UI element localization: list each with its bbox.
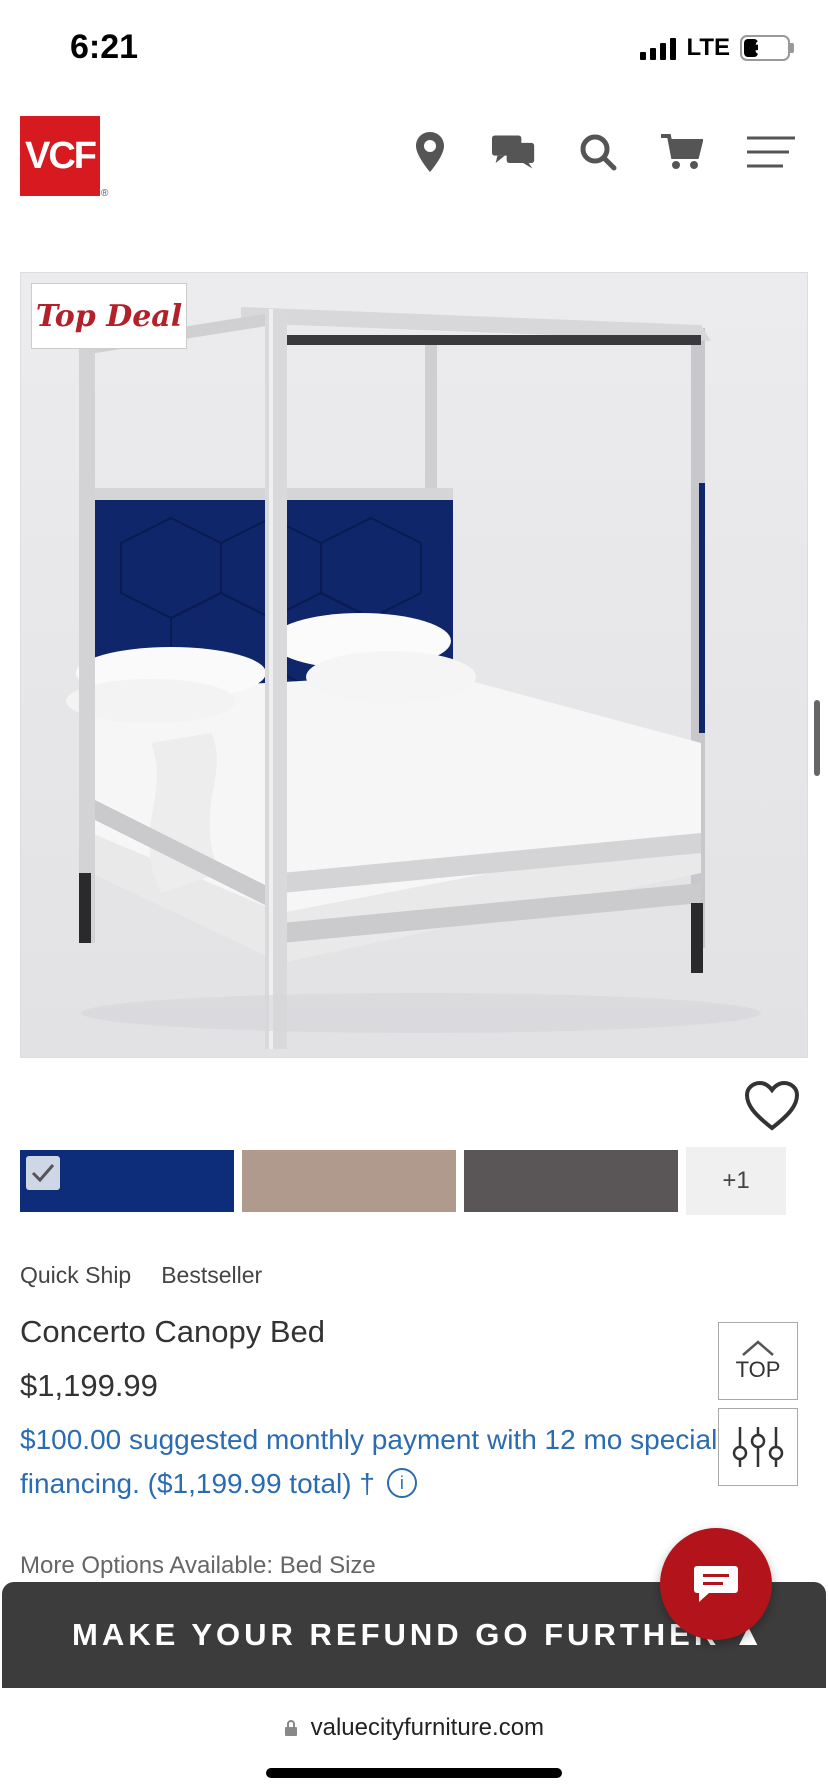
site-header: VCF ® [0,100,828,220]
chat-icon[interactable] [492,130,536,174]
wishlist-heart-icon[interactable] [744,1080,800,1136]
tag-quick-ship: Quick Ship [20,1262,132,1288]
financing-offer[interactable]: $100.00 suggested monthly payment with 1… [20,1418,730,1506]
battery-icon: 31 [740,35,790,61]
status-time: 6:21 [70,28,139,66]
filter-button[interactable] [718,1408,798,1486]
status-indicators: LTE 31 [640,34,794,62]
product-title: Concerto Canopy Bed [20,1314,326,1349]
info-icon[interactable]: i [386,1468,417,1498]
swatch-charcoal[interactable] [464,1150,678,1212]
network-type: LTE [686,34,730,61]
financing-text[interactable]: $100.00 suggested monthly payment with 1… [20,1424,717,1499]
tag-bestseller: Bestseller [161,1262,263,1288]
selected-check-icon [26,1156,60,1190]
battery-level: 31 [754,37,776,58]
home-indicator [266,1768,562,1778]
vcf-logo[interactable]: VCF [20,116,100,196]
color-swatches: +1 [20,1147,820,1220]
back-to-top-label: TOP [735,1357,781,1382]
chat-button[interactable] [660,1528,772,1640]
product-image[interactable]: Top Deal [20,272,808,1058]
product-price: $1,199.99 [20,1368,158,1403]
logo-registered-mark: ® [101,188,109,199]
signal-icon [640,36,677,60]
logo-text: VCF [25,134,97,177]
chat-bubble-icon [694,1566,738,1602]
chevron-up-icon [742,1340,774,1356]
sliders-icon [732,1427,784,1467]
swatch-taupe[interactable] [242,1150,456,1212]
top-deal-badge: Top Deal [31,283,187,349]
browser-url-bar[interactable]: valuecityfurniture.com [0,1688,828,1792]
lock-icon [284,1720,297,1736]
more-swatches-button[interactable]: +1 [686,1147,786,1215]
url-text: valuecityfurniture.com [310,1714,545,1741]
header-icons [408,130,798,174]
cart-icon[interactable] [660,130,704,174]
promo-banner-text: MAKE YOUR REFUND GO FURTHER ▲ [72,1617,768,1652]
location-icon[interactable] [408,130,452,174]
product-tags: Quick Ship Bestseller [20,1262,262,1289]
swatch-navy[interactable] [20,1150,234,1212]
url-display[interactable]: valuecityfurniture.com [0,1714,828,1742]
more-options-text: More Options Available: Bed Size [20,1552,376,1579]
canopy-bed-illustration [21,273,807,1057]
back-to-top-button[interactable]: TOP [718,1322,798,1400]
search-icon[interactable] [576,130,620,174]
scrollbar-thumb[interactable] [814,700,820,776]
status-bar: 6:21 LTE 31 [0,0,828,100]
menu-icon[interactable] [744,130,798,174]
